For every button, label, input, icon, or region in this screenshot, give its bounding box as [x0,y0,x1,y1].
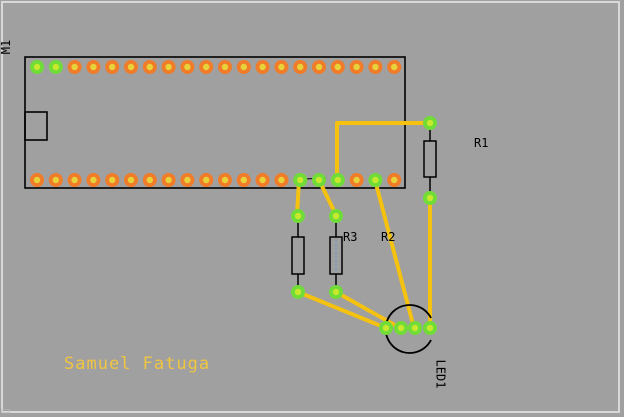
module-pad-top-2-hole [52,63,59,71]
module-pad-top-12-hole [240,63,247,71]
module-pad-bottom-2-hole [52,176,59,184]
module-pad-top-15-hole [297,63,304,71]
module-pad-bottom-7-hole [146,176,153,184]
module-pad-top-1-hole [33,63,41,71]
module-m1-label: M1 [0,39,14,55]
led1-pad-4-hole [426,324,434,332]
module-pad-bottom-19-hole [372,176,379,184]
resistor-r3-pad-2-hole [332,288,340,296]
led1-pad-3-hole [411,324,419,332]
module-pad-bottom-10-hole [203,176,210,184]
resistor-r2-label: R2 [381,230,396,244]
module-pad-top-5-hole [109,63,116,71]
resistor-r1-pad-2-hole [426,194,434,202]
led1-label: LED1 [433,359,448,389]
module-pad-bottom-3-hole [71,176,78,184]
module-pad-top-11-hole [221,63,229,71]
module-pad-bottom-14-hole [278,176,285,184]
module-pad-bottom-5-hole [109,176,116,184]
resistor-r3-label: R3 [343,230,358,244]
module-pad-top-9-hole [184,63,191,71]
led1-pad-2-hole [397,324,405,332]
resistor-left-pad-2-hole [294,288,302,296]
module-pad-bottom-20-hole [391,176,398,184]
resistor-r1-pad-1-hole [426,119,434,127]
module-pad-bottom-1-hole [33,176,41,184]
author-text: Samuel Fatuga [64,354,211,374]
corner-mark: ▭ [0,404,11,417]
module-pad-top-13-hole [259,63,266,71]
module-pad-top-18-hole [353,63,360,71]
module-pad-top-3-hole [71,63,78,71]
module-pad-bottom-18-hole [353,176,360,184]
module-pad-top-16-hole [315,63,323,71]
module-pad-bottom-4-hole [90,176,97,184]
led1-pad-1-hole [382,324,390,332]
module-pad-top-6-hole [127,63,135,71]
module-pad-bottom-13-hole [259,176,266,184]
module-pad-top-10-hole [203,63,210,71]
module-pad-top-19-hole [372,63,379,71]
module-pad-bottom-11-hole [221,176,229,184]
module-pad-bottom-16-hole [315,176,323,184]
module-pad-top-7-hole [146,63,153,71]
module-pad-bottom-9-hole [184,176,191,184]
module-pad-bottom-15-hole [297,176,304,184]
module-pad-bottom-6-hole [127,176,135,184]
resistor-left-pad-1-hole [294,212,302,220]
module-pad-bottom-8-hole [165,176,172,184]
module-pad-top-8-hole [165,63,172,71]
module-pad-bottom-17-hole [334,176,341,184]
module-pad-top-4-hole [90,63,97,71]
module-pad-top-17-hole [334,63,341,71]
module-pad-bottom-12-hole [240,176,247,184]
module-pad-top-14-hole [278,63,285,71]
module-pad-top-20-hole [391,63,398,71]
resistor-r3-pad-1-hole [332,212,340,220]
resistor-r1-label: R1 [474,136,489,150]
pcb-canvas[interactable]: M1 R1 R2 R3 LED1 Samuel Fatuga ▭ [0,0,624,417]
